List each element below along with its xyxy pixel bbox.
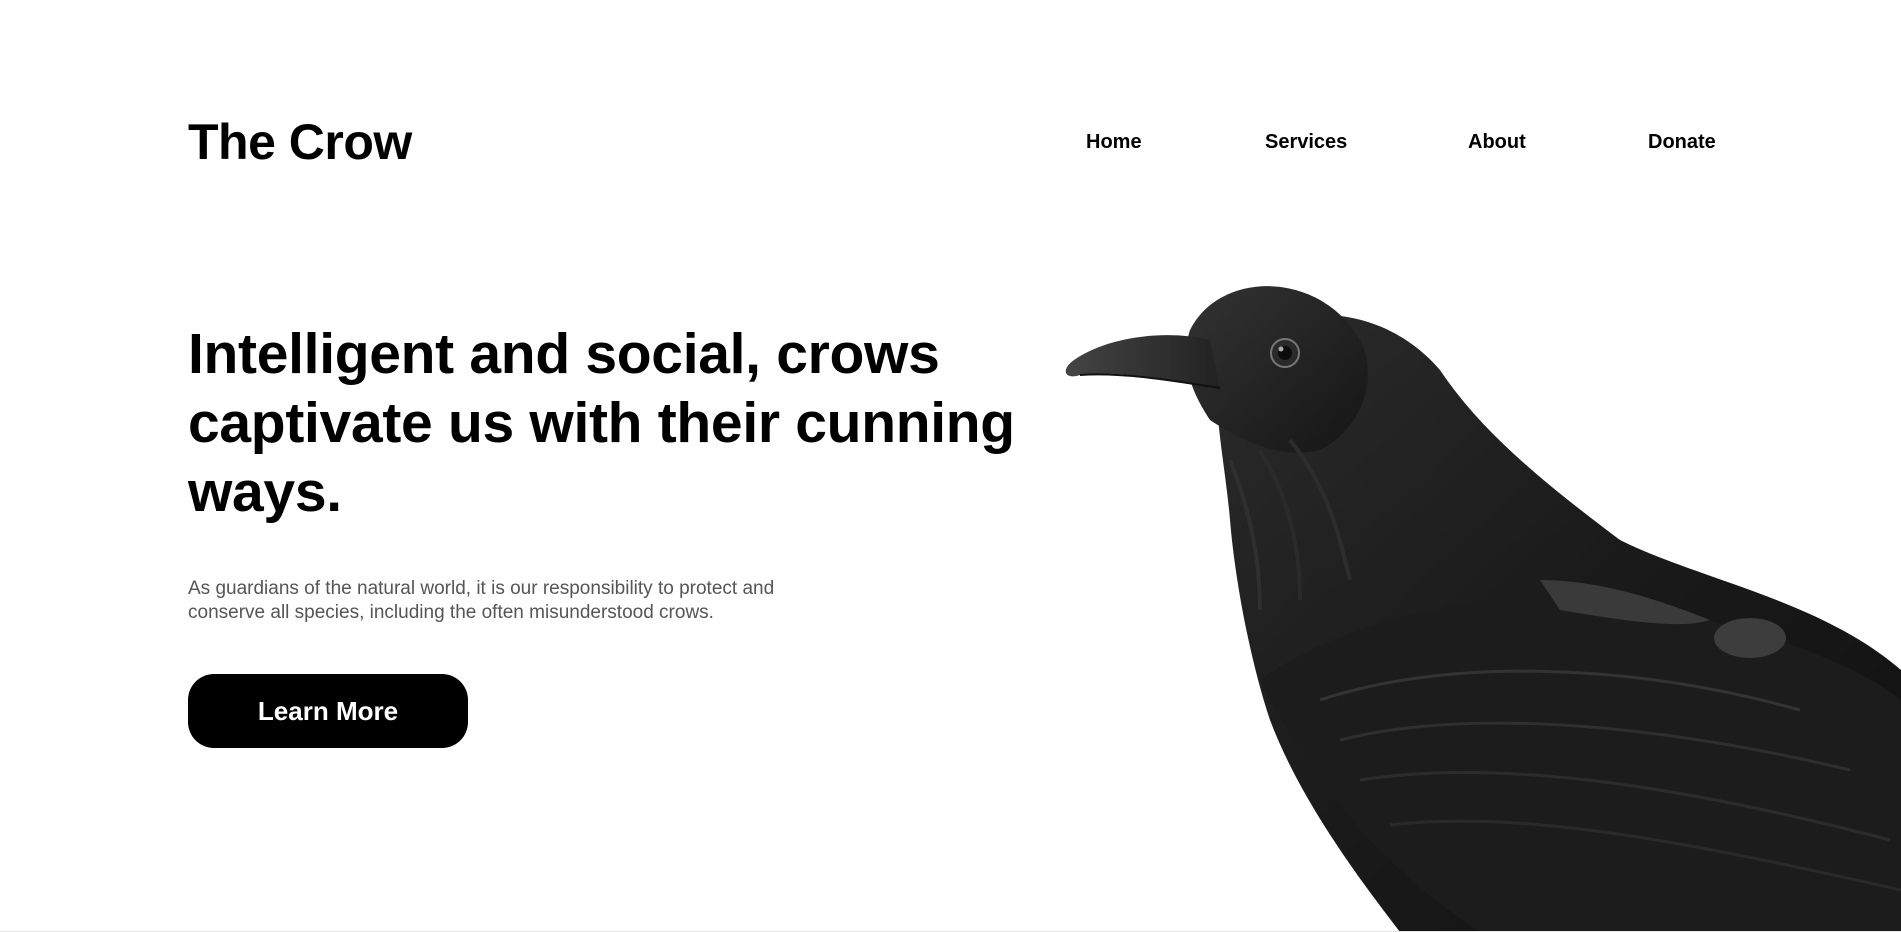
nav-link-about[interactable]: About [1468,128,1526,156]
hero-headline: Intelligent and social, crows captivate … [188,322,1015,524]
nav-link-services[interactable]: Services [1265,128,1347,156]
crow-beak [1065,335,1220,390]
landing-page: The Crow Home Services About Donate Inte… [0,0,1901,932]
hero-subtext: As guardians of the natural world, it is… [188,578,775,623]
nav-link-home[interactable]: Home [1086,128,1142,156]
crow-image [1060,280,1901,932]
learn-more-button[interactable]: Learn More [188,674,468,748]
page: The Crow Home Services About Donate Inte… [0,0,1901,932]
crow-illustration [1065,286,1901,932]
main-nav: Home Services About Donate [0,128,1901,158]
nav-link-donate[interactable]: Donate [1648,128,1716,156]
